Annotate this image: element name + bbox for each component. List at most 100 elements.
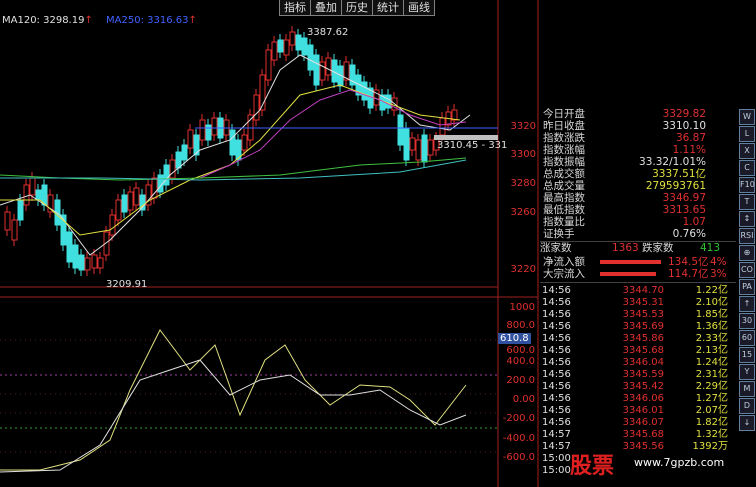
indicator-button[interactable]: 指标 (279, 0, 311, 16)
candlestick (361, 81, 368, 101)
info-row: 证换手 0.76% (540, 228, 736, 240)
tick-vol: 1.27亿 (695, 393, 728, 404)
info-row: 指数涨跌 36.87 (540, 132, 736, 144)
tick-price: 3346.01 (622, 405, 664, 416)
side-tool-icon[interactable]: 30 (739, 313, 755, 329)
candlestick (169, 159, 176, 179)
info-value: 33.32/1.01% (639, 156, 706, 168)
tick-vol: 1392万 (692, 441, 728, 452)
indicator-line-2 (0, 359, 467, 473)
info-row: 指数振幅 33.32/1.01% (540, 156, 736, 168)
side-tool-icon[interactable]: ↑ (739, 296, 755, 312)
indicator-tick: -600.0 (502, 452, 535, 463)
chart-toolbar: 指标 叠加 历史 统计 画线 (279, 0, 435, 17)
tick-vol: 2.29亿 (695, 381, 728, 392)
tick-vol: 1.82亿 (695, 417, 728, 428)
price-tick: 3220 (510, 264, 536, 275)
side-tool-icon[interactable]: F10 (739, 177, 755, 193)
candlestick (11, 219, 18, 241)
info-label: 最高指数 (543, 192, 585, 204)
info-label: 指数涨幅 (543, 144, 585, 156)
info-label: 总成交量 (543, 180, 585, 192)
info-label: 今日开盘 (543, 108, 585, 120)
indicator-value-badge: 610.8 (498, 333, 531, 344)
candlestick (127, 191, 134, 211)
tick-price: 3345.53 (622, 309, 664, 320)
candlestick (84, 257, 91, 271)
cursor-price-annotation: 3310.45 - 331 (437, 140, 508, 151)
candlestick (35, 189, 42, 201)
tick-price: 3345.86 (622, 333, 664, 344)
indicator-tick: 0.00 (512, 394, 535, 405)
side-tool-icon[interactable]: L (739, 126, 755, 142)
tick-time: 14:56 (542, 285, 571, 296)
stock-terminal: 指标 叠加 历史 统计 画线 MA120: 3298.19↑ MA250: 33… (0, 0, 756, 487)
side-tool-icon[interactable]: D (739, 398, 755, 414)
candlestick (451, 109, 458, 121)
candlestick (439, 117, 446, 136)
tick-row: 14:56 3346.04 1.24亿 (540, 357, 736, 369)
tick-time: 14:56 (542, 393, 571, 404)
tick-vol: 2.31亿 (695, 369, 728, 380)
ma-legend: MA120: 3298.19↑ MA250: 3316.63↑ (2, 15, 201, 26)
info-label: 最低指数 (543, 204, 585, 216)
candlestick (325, 57, 332, 76)
flow-bar (600, 272, 656, 276)
side-tool-icon[interactable]: ↕ (739, 211, 755, 227)
side-tool-icon[interactable]: M (739, 381, 755, 397)
fall-count-label: 跌家数 (642, 242, 674, 254)
side-tool-icon[interactable]: PA (739, 279, 755, 295)
tick-vol: 1.22亿 (695, 285, 728, 296)
tick-row: 14:56 3345.59 2.31亿 (540, 369, 736, 381)
watermark-logo: 股票 (570, 453, 615, 479)
kline-chart-area[interactable] (0, 0, 540, 487)
candlestick (72, 244, 79, 269)
overlay-button[interactable]: 叠加 (310, 0, 342, 16)
statistics-button[interactable]: 统计 (372, 0, 404, 16)
side-tool-icon[interactable]: X (739, 143, 755, 159)
draw-line-button[interactable]: 画线 (403, 0, 435, 16)
rise-count-label: 涨家数 (540, 242, 572, 254)
tick-time: 14:56 (542, 381, 571, 392)
ma120-label: MA120: 3298.19 (2, 15, 85, 26)
side-tool-icon[interactable]: ↓ (739, 415, 755, 431)
candlestick (133, 187, 140, 206)
candlestick (17, 199, 24, 221)
side-tool-icon[interactable]: CO (739, 262, 755, 278)
tick-row: 14:56 3346.01 2.07亿 (540, 405, 736, 417)
flow-value: 134.5亿 (668, 256, 709, 268)
tick-time: 14:56 (542, 417, 571, 428)
side-tool-icon[interactable]: ⊕ (739, 245, 755, 261)
tick-vol: 2.10亿 (695, 297, 728, 308)
side-tool-icon[interactable]: C (739, 160, 755, 176)
tick-price: 3346.06 (622, 393, 664, 404)
info-row: 总成交额 3337.51亿 (540, 168, 736, 180)
info-label: 总成交额 (543, 168, 585, 180)
fall-count-value: 413 (699, 242, 720, 254)
ma120-arrow-icon: ↑ (84, 15, 93, 26)
side-tool-icon[interactable]: RSI (739, 228, 755, 244)
flow-pct: 4% (710, 256, 727, 268)
tick-time: 14:56 (542, 297, 571, 308)
tick-vol: 1.85亿 (695, 309, 728, 320)
side-tool-icon[interactable]: 60 (739, 330, 755, 346)
breadth-row: 涨家数 1363 跌家数 413 (540, 241, 736, 254)
side-toolbar: W L X C F10 T ↕ RSI ⊕ CO PA ↑ 30 60 15 Y M D ↓ (738, 108, 756, 432)
side-tool-icon[interactable]: T (739, 194, 755, 210)
tick-price: 3345.68 (622, 345, 664, 356)
tick-row: 14:56 3345.53 1.85亿 (540, 309, 736, 321)
side-tool-icon[interactable]: Y (739, 364, 755, 380)
tick-row: 14:56 3345.86 2.33亿 (540, 333, 736, 345)
tick-time: 14:56 (542, 321, 571, 332)
candlestick (66, 231, 73, 263)
side-tool-icon[interactable]: 15 (739, 347, 755, 363)
tick-price: 3345.42 (622, 381, 664, 392)
tick-time: 14:56 (542, 345, 571, 356)
tick-row: 14:56 3346.07 1.82亿 (540, 417, 736, 429)
info-label: 指数涨跌 (543, 132, 585, 144)
tick-row: 14:56 3344.70 1.22亿 (540, 285, 736, 297)
history-button[interactable]: 历史 (341, 0, 373, 16)
info-value: 279593761 (645, 180, 706, 192)
side-tool-icon[interactable]: W (739, 109, 755, 125)
info-value: 3310.10 (662, 120, 706, 132)
